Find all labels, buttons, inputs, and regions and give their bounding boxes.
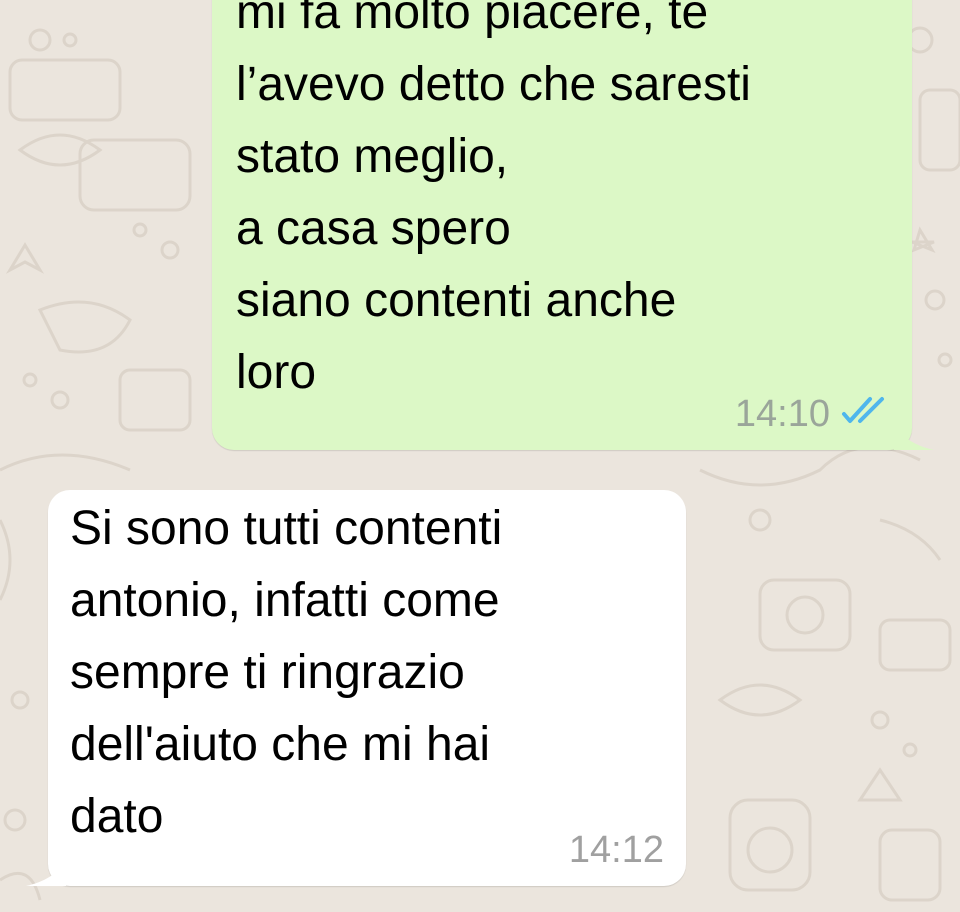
outgoing-message-bubble[interactable]: mi fa molto piacere, te l’avevo detto ch…: [212, 0, 934, 450]
bubble-tail: [26, 860, 66, 886]
message-timestamp: 14:10: [734, 393, 830, 435]
message-text: mi fa molto piacere, te l’avevo detto ch…: [236, 0, 751, 399]
incoming-message-bubble[interactable]: Si sono tutti contenti antonio, infatti …: [26, 490, 686, 886]
message-timestamp: 14:12: [568, 829, 664, 871]
message-meta: 14:10: [735, 393, 890, 436]
double-check-read-icon: [840, 393, 890, 436]
message-text: Si sono tutti contenti antonio, infatti …: [70, 502, 503, 843]
message-meta: 14:12: [569, 829, 664, 872]
bubble-tail: [894, 424, 934, 450]
